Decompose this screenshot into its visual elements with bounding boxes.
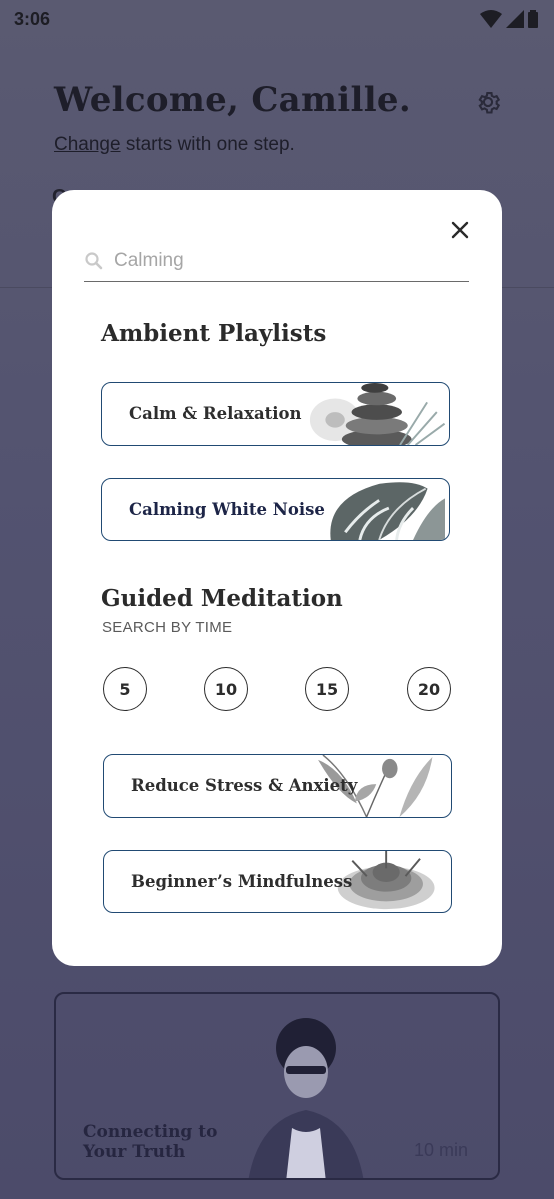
monstera-leaf-illustration (330, 482, 445, 540)
playlist-calm-relaxation[interactable]: Calm & Relaxation (101, 382, 450, 446)
welcome-subtitle-rest: starts with one step. (120, 134, 295, 155)
battery-icon (528, 10, 538, 28)
signal-icon (506, 10, 524, 28)
meditation-reduce-stress[interactable]: Reduce Stress & Anxiety (103, 754, 452, 818)
search-icon (85, 252, 103, 270)
card-title: Connecting to Your Truth (83, 1122, 218, 1162)
time-option-5[interactable]: 5 (103, 667, 147, 711)
stones-flower-illustration (309, 383, 446, 445)
meditation-label: Beginner’s Mindfulness (131, 872, 353, 891)
status-bar: 3:06 (0, 0, 554, 40)
ambient-playlists-title: Ambient Playlists (101, 320, 327, 347)
wifi-icon (480, 10, 502, 28)
search-input[interactable] (114, 246, 454, 276)
playlist-label: Calm & Relaxation (129, 404, 302, 423)
search-by-time-label: SEARCH BY TIME (102, 619, 233, 636)
time-option-15[interactable]: 15 (305, 667, 349, 711)
playlist-label: Calming White Noise (129, 500, 325, 519)
search-modal: Ambient Playlists Calm & Relaxation Calm… (52, 190, 502, 966)
meditation-beginners-mindfulness[interactable]: Beginner’s Mindfulness (103, 850, 452, 913)
search-bar (84, 246, 469, 282)
meditation-label: Reduce Stress & Anxiety (131, 776, 358, 795)
meditation-card[interactable]: Connecting to Your Truth 10 min (54, 992, 500, 1180)
status-icons (480, 10, 538, 28)
welcome-subtitle: Change starts with one step. (54, 134, 295, 156)
welcome-title: Welcome, Camille. (54, 80, 412, 120)
gear-icon[interactable] (474, 88, 502, 116)
change-link[interactable]: Change (54, 134, 121, 155)
person-illustration (248, 1018, 364, 1178)
guided-meditation-title: Guided Meditation (101, 585, 343, 612)
time-option-20[interactable]: 20 (407, 667, 451, 711)
playlist-calming-white-noise[interactable]: Calming White Noise (101, 478, 450, 541)
card-duration: 10 min (413, 1140, 468, 1160)
time-option-10[interactable]: 10 (204, 667, 248, 711)
close-icon[interactable] (448, 218, 472, 242)
status-time: 3:06 (14, 9, 51, 29)
